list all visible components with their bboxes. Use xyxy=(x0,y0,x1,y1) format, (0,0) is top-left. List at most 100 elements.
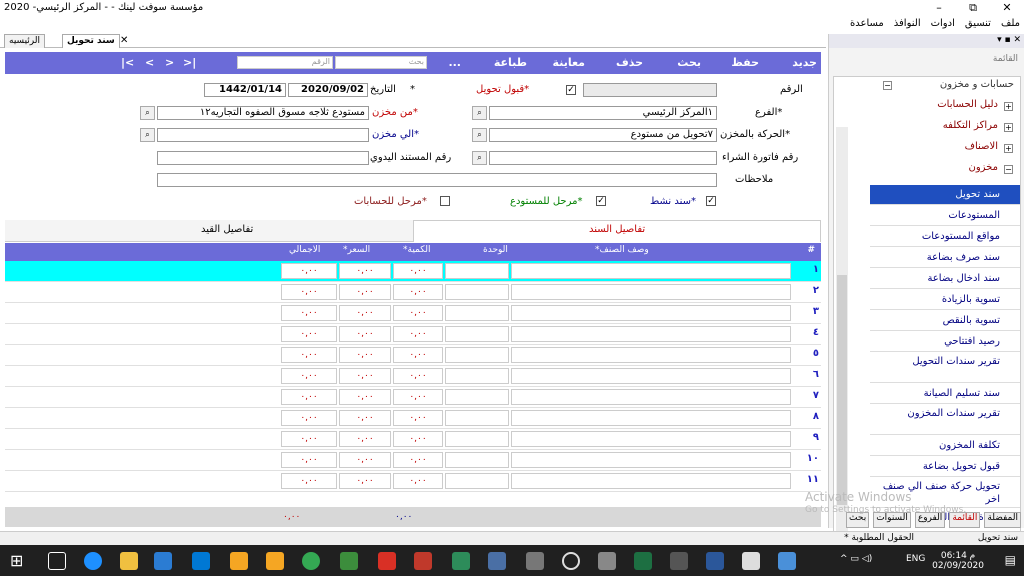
branch-field[interactable]: ١المركز الرئيسي xyxy=(489,106,717,120)
tab-voucher-details[interactable]: تفاصيل السند xyxy=(589,224,645,235)
menu-file[interactable]: ملف xyxy=(1001,18,1020,29)
table-row[interactable]: ٥ ٠,٠٠ ٠,٠٠ ٠,٠٠ xyxy=(5,345,821,365)
expand-icon[interactable]: + xyxy=(1004,144,1013,153)
app-icon-4[interactable] xyxy=(414,552,432,570)
description-cell[interactable] xyxy=(511,326,791,342)
app-icon-7[interactable] xyxy=(526,552,544,570)
table-row[interactable]: ٦ ٠,٠٠ ٠,٠٠ ٠,٠٠ xyxy=(5,366,821,386)
accept-transfer-checkbox[interactable]: ✓ xyxy=(566,85,576,95)
scrollbar-thumb[interactable] xyxy=(837,275,847,505)
app-icon-1[interactable] xyxy=(230,552,248,570)
nav-prev-button[interactable]: < xyxy=(145,56,154,69)
description-cell[interactable] xyxy=(511,431,791,447)
app-icon-10[interactable] xyxy=(670,552,688,570)
unit-cell[interactable] xyxy=(445,263,509,279)
price-cell[interactable]: ٠,٠٠ xyxy=(339,473,391,489)
sidebar-item-5[interactable]: تسوية بالزيادة xyxy=(870,290,1020,310)
menu-format[interactable]: تنسيق xyxy=(965,18,991,29)
total-cell[interactable]: ٠,٠٠ xyxy=(281,284,337,300)
close-button[interactable]: ✕ xyxy=(990,0,1024,16)
description-cell[interactable] xyxy=(511,389,791,405)
store-icon[interactable] xyxy=(154,552,172,570)
edge-icon[interactable] xyxy=(84,552,102,570)
table-row[interactable]: ٨ ٠,٠٠ ٠,٠٠ ٠,٠٠ xyxy=(5,408,821,428)
expand-icon[interactable]: + xyxy=(1004,102,1013,111)
movement-search-icon[interactable]: ⌕ xyxy=(472,128,487,142)
app-icon-6[interactable] xyxy=(488,552,506,570)
sidebar-item-12[interactable]: قبول تحويل بضاعة xyxy=(870,457,1020,477)
hijri-date-field[interactable]: 1442/01/14 xyxy=(204,83,286,97)
collapse-icon[interactable]: − xyxy=(883,81,892,90)
qty-cell[interactable]: ٠,٠٠ xyxy=(393,326,443,342)
anydesk-icon[interactable] xyxy=(378,552,396,570)
table-row[interactable]: ١٠ ٠,٠٠ ٠,٠٠ ٠,٠٠ xyxy=(5,450,821,470)
from-store-field[interactable]: مستودع ثلاجه مسوق الصفوه التجاريه١٢ xyxy=(157,106,369,120)
total-cell[interactable]: ٠,٠٠ xyxy=(281,410,337,426)
movement-field[interactable]: ٧تحويل من مستودع xyxy=(489,128,717,142)
qty-cell[interactable]: ٠,٠٠ xyxy=(393,263,443,279)
mail-icon[interactable] xyxy=(192,552,210,570)
tab-home[interactable]: الرئيسيه xyxy=(4,34,45,48)
start-icon[interactable]: ⊞ xyxy=(10,552,28,570)
notifications-icon[interactable]: ▤ xyxy=(1005,553,1016,567)
total-cell[interactable]: ٠,٠٠ xyxy=(281,452,337,468)
price-cell[interactable]: ٠,٠٠ xyxy=(339,284,391,300)
save-button[interactable]: حفظ xyxy=(731,56,759,69)
tree-category-1[interactable]: مراكز التكلفه xyxy=(943,120,998,131)
price-cell[interactable]: ٠,٠٠ xyxy=(339,347,391,363)
app-icon-8[interactable] xyxy=(562,552,580,570)
purchase-invoice-field[interactable] xyxy=(489,151,717,165)
app-icon-11[interactable] xyxy=(742,552,760,570)
app-icon-12[interactable] xyxy=(778,552,796,570)
tree-category-2[interactable]: الاصناف xyxy=(965,141,998,152)
new-button[interactable]: جديد xyxy=(792,56,817,69)
purchase-invoice-search-icon[interactable]: ⌕ xyxy=(472,151,487,165)
price-cell[interactable]: ٠,٠٠ xyxy=(339,368,391,384)
nav-first-button[interactable]: |< xyxy=(121,56,134,69)
sidebar-item-1[interactable]: المستودعات xyxy=(870,206,1020,226)
description-cell[interactable] xyxy=(511,284,791,300)
unit-cell[interactable] xyxy=(445,452,509,468)
total-cell[interactable]: ٠,٠٠ xyxy=(281,347,337,363)
nav-next-button[interactable]: > xyxy=(165,56,174,69)
maximize-button[interactable]: ⧉ xyxy=(956,0,990,16)
number-input[interactable]: الرقم xyxy=(237,56,333,69)
notes-field[interactable] xyxy=(157,173,717,187)
table-row[interactable]: ١ ٠,٠٠ ٠,٠٠ ٠,٠٠ xyxy=(5,261,821,281)
sidebar-item-7[interactable]: رصيد افتتاحي xyxy=(870,332,1020,352)
sidebar-item-11[interactable]: تكلفة المخزون xyxy=(870,436,1020,456)
description-cell[interactable] xyxy=(511,368,791,384)
sidebar-item-0[interactable]: سند تحويل xyxy=(870,185,1020,205)
tree-category-0[interactable]: دليل الحسابات xyxy=(937,99,998,110)
table-row[interactable]: ٩ ٠,٠٠ ٠,٠٠ ٠,٠٠ xyxy=(5,429,821,449)
price-cell[interactable]: ٠,٠٠ xyxy=(339,431,391,447)
sidebar-item-6[interactable]: تسوية بالنقص xyxy=(870,311,1020,331)
qty-cell[interactable]: ٠,٠٠ xyxy=(393,452,443,468)
posted-store-checkbox[interactable]: ✓ xyxy=(596,196,606,206)
sidebar-item-9[interactable]: سند تسليم الصيانة xyxy=(870,384,1020,404)
number-field[interactable] xyxy=(583,83,717,97)
table-row[interactable]: ٣ ٠,٠٠ ٠,٠٠ ٠,٠٠ xyxy=(5,303,821,323)
minimize-button[interactable]: – xyxy=(922,0,956,16)
clock[interactable]: 06:14 م 02/09/2020 xyxy=(932,551,984,571)
posted-accounts-checkbox[interactable] xyxy=(440,196,450,206)
app-icon-9[interactable] xyxy=(598,552,616,570)
unit-cell[interactable] xyxy=(445,284,509,300)
search-input[interactable]: بحث xyxy=(335,56,427,69)
description-cell[interactable] xyxy=(511,305,791,321)
date-field[interactable]: 2020/09/02 xyxy=(288,83,368,97)
sidebar-item-3[interactable]: سند صرف بضاعة xyxy=(870,248,1020,268)
unit-cell[interactable] xyxy=(445,326,509,342)
qty-cell[interactable]: ٠,٠٠ xyxy=(393,284,443,300)
description-cell[interactable] xyxy=(511,410,791,426)
table-row[interactable]: ٤ ٠,٠٠ ٠,٠٠ ٠,٠٠ xyxy=(5,324,821,344)
description-cell[interactable] xyxy=(511,452,791,468)
description-cell[interactable] xyxy=(511,263,791,279)
price-cell[interactable]: ٠,٠٠ xyxy=(339,326,391,342)
qty-cell[interactable]: ٠,٠٠ xyxy=(393,410,443,426)
to-store-field[interactable] xyxy=(157,128,369,142)
tray-icons[interactable]: ^ ▭ ◁) xyxy=(840,554,872,564)
unit-cell[interactable] xyxy=(445,347,509,363)
description-cell[interactable] xyxy=(511,473,791,489)
price-cell[interactable]: ٠,٠٠ xyxy=(339,410,391,426)
